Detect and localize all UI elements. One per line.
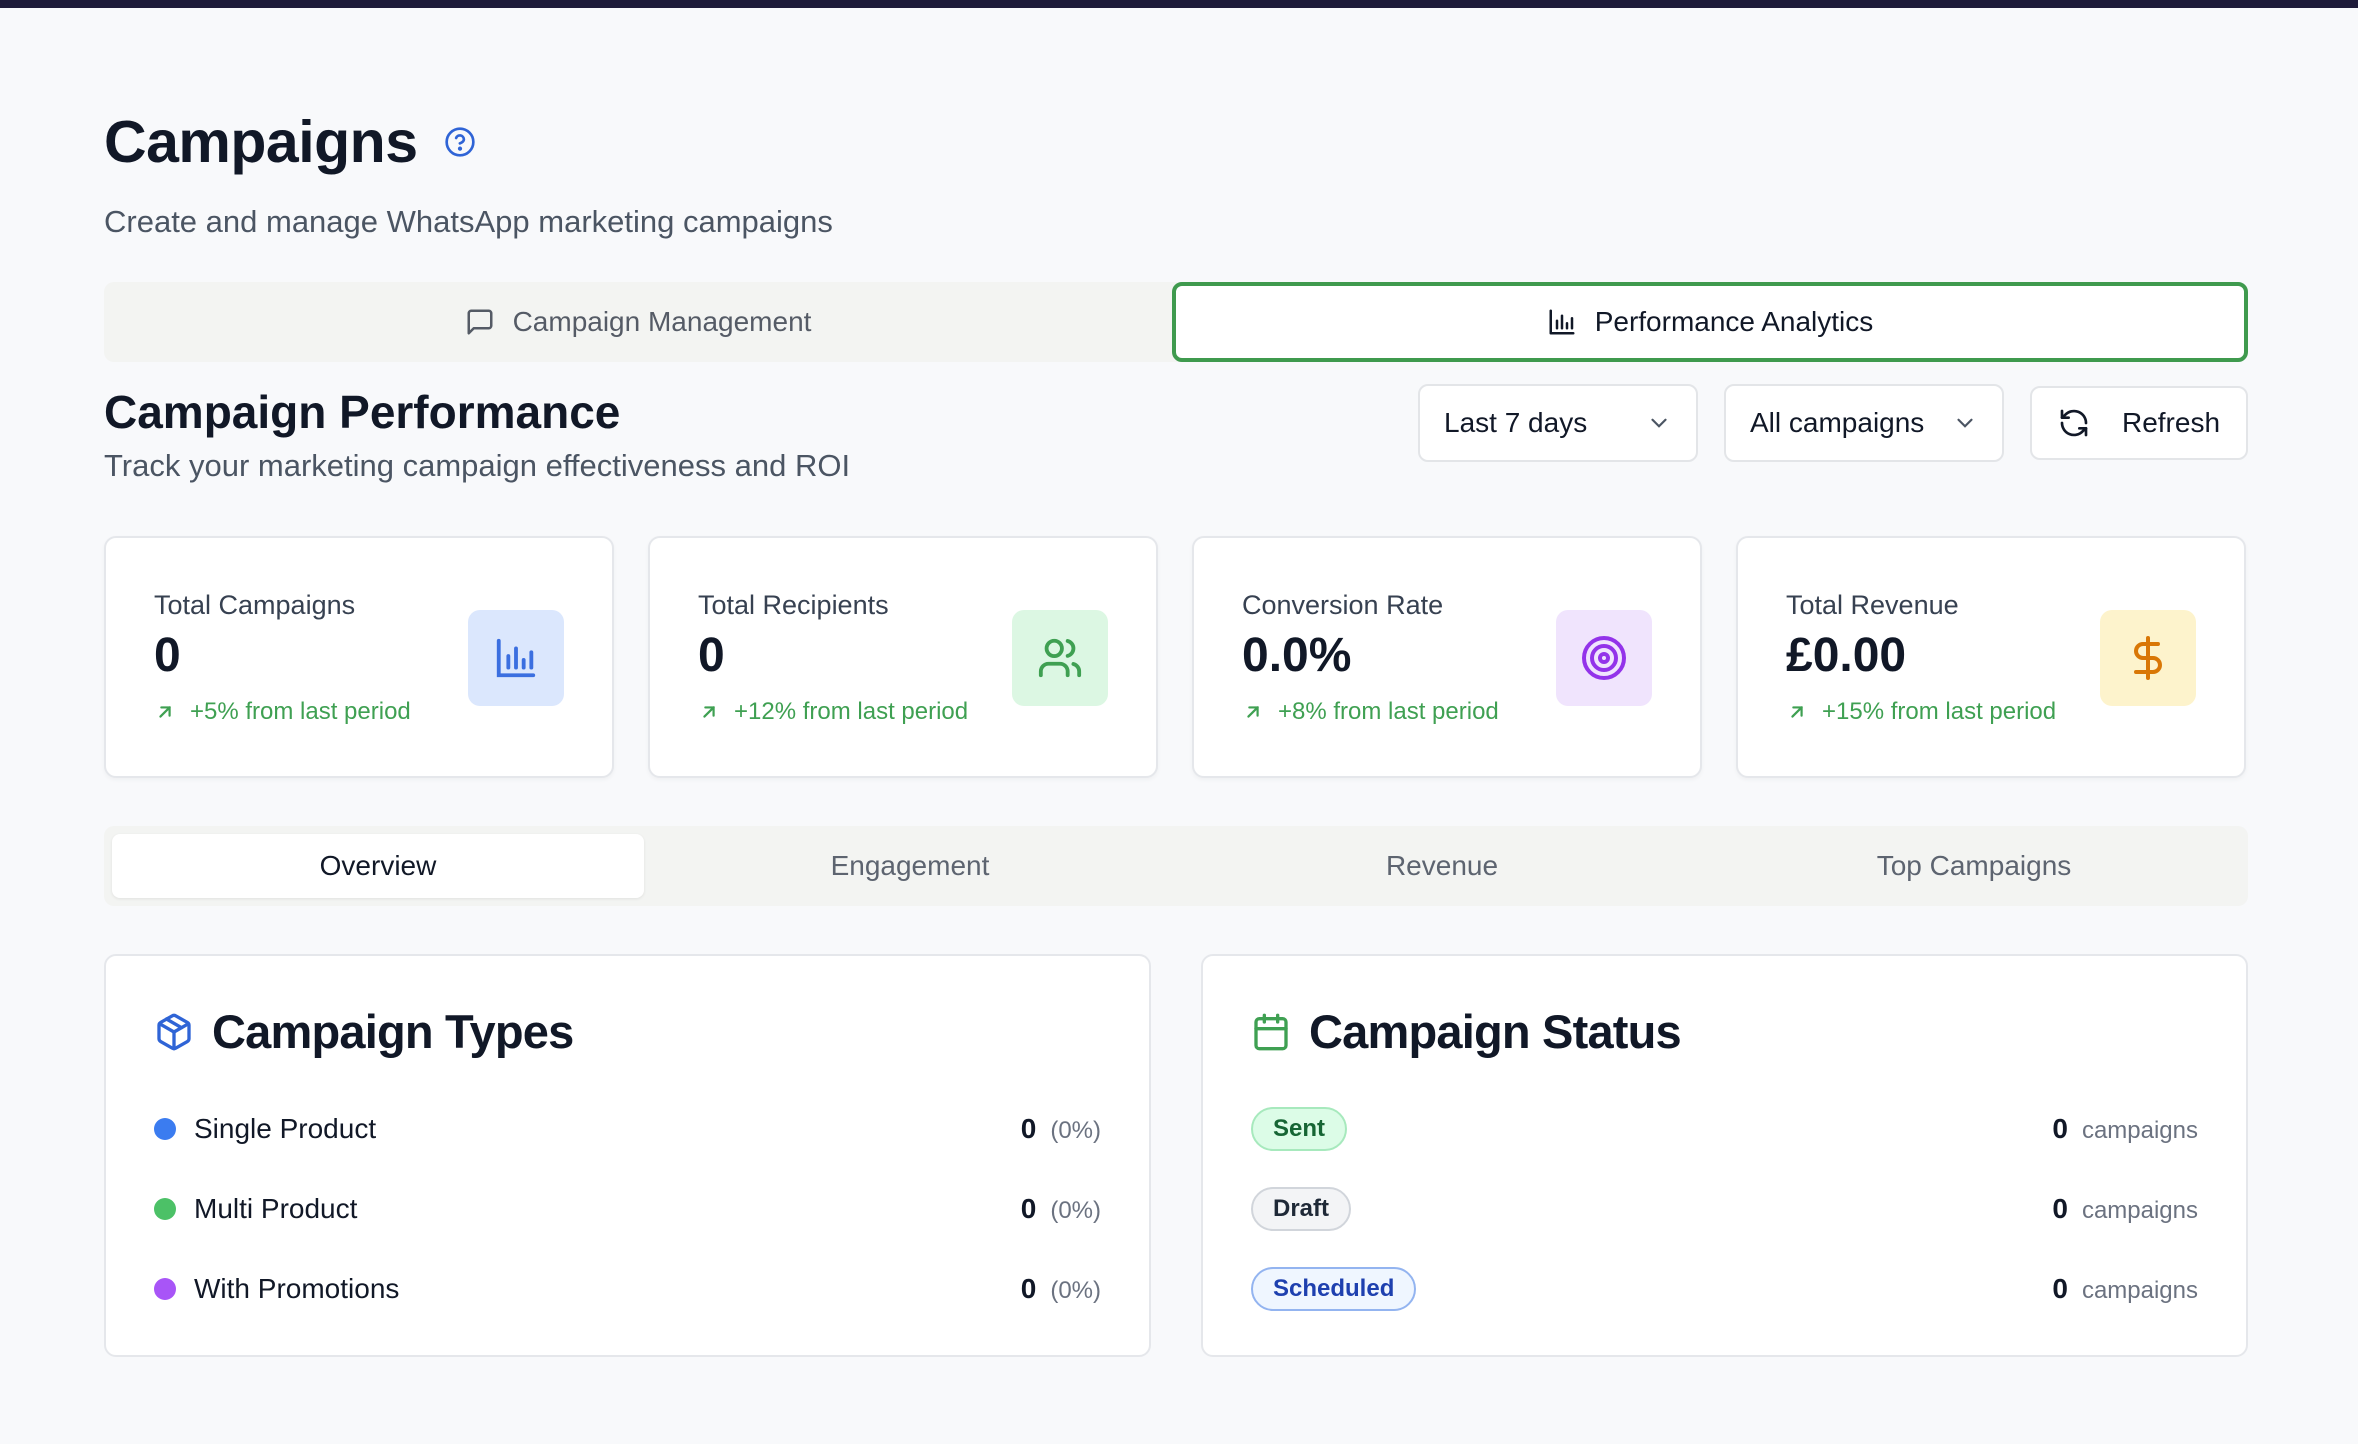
date-range-value: Last 7 days bbox=[1444, 407, 1588, 438]
type-percent: (0%) bbox=[1050, 1277, 1101, 1304]
stat-card-conversion-rate: Conversion Rate 0.0% +8% from last perio… bbox=[1192, 536, 1702, 778]
stat-value: £0.00 bbox=[1786, 629, 1907, 682]
list-item: With Promotions 0 (0%) bbox=[154, 1264, 1101, 1314]
panel-header: Campaign Types bbox=[154, 1004, 574, 1059]
page-subtitle: Create and manage WhatsApp marketing cam… bbox=[104, 204, 833, 239]
panel-header: Campaign Status bbox=[1251, 1004, 1682, 1059]
users-icon bbox=[1012, 610, 1108, 706]
status-count: 0 bbox=[2052, 1113, 2068, 1144]
chevron-down-icon bbox=[1957, 418, 1973, 428]
stat-label: Total Revenue bbox=[1786, 590, 1959, 620]
list-item: Scheduled 0 campaigns bbox=[1251, 1264, 2198, 1314]
dot-icon bbox=[154, 1118, 176, 1140]
type-count: 0 bbox=[1020, 1193, 1037, 1224]
panels: Campaign Types Single Product 0 (0%) Mul… bbox=[104, 954, 2248, 1357]
tab-engagement[interactable]: Engagement bbox=[644, 834, 1176, 898]
status-count: 0 bbox=[2052, 1273, 2068, 1304]
page: Campaigns Create and manage WhatsApp mar… bbox=[104, 100, 2248, 1357]
campaign-filter-value: All campaigns bbox=[1750, 407, 1925, 438]
package-icon bbox=[157, 1013, 191, 1050]
tab-top-campaigns[interactable]: Top Campaigns bbox=[1708, 834, 2240, 898]
type-percent: (0%) bbox=[1050, 1197, 1101, 1224]
refresh-label: Refresh bbox=[2121, 407, 2221, 438]
tab-performance-analytics[interactable]: Performance Analytics bbox=[1172, 282, 2248, 362]
tab-campaign-management[interactable]: Campaign Management bbox=[104, 282, 1172, 362]
arrow-up-right-icon bbox=[1791, 706, 1803, 718]
stat-change: +8% from last period bbox=[1242, 698, 1499, 726]
stat-card-total-revenue: Total Revenue £0.00 +15% from last perio… bbox=[1736, 536, 2246, 778]
tab-revenue[interactable]: Revenue bbox=[1176, 834, 1708, 898]
stat-card-total-campaigns: Total Campaigns 0 +5% from last period bbox=[104, 536, 614, 778]
type-label: Single Product bbox=[194, 1113, 377, 1144]
stat-label: Total Recipients bbox=[698, 590, 889, 620]
message-square-icon bbox=[467, 309, 493, 335]
list-item: Draft 0 campaigns bbox=[1251, 1184, 2198, 1234]
dot-icon bbox=[154, 1278, 176, 1300]
stats-row: Total Campaigns 0 +5% from last period T… bbox=[104, 536, 2248, 778]
section-header: Campaign Performance Track your marketin… bbox=[104, 384, 2248, 484]
panel-title: Campaign Status bbox=[1309, 1005, 1682, 1058]
list-item: Multi Product 0 (0%) bbox=[154, 1184, 1101, 1234]
tab-label: Campaign Management bbox=[512, 306, 812, 337]
date-range-select[interactable]: Last 7 days bbox=[1418, 384, 1698, 462]
stat-change-text: +5% from last period bbox=[190, 698, 411, 725]
top-bar bbox=[0, 0, 2358, 8]
arrow-up-right-icon bbox=[703, 706, 715, 718]
campaign-types-panel: Campaign Types Single Product 0 (0%) Mul… bbox=[104, 954, 1151, 1357]
dollar-icon bbox=[2100, 610, 2196, 706]
stat-change-text: +12% from last period bbox=[734, 698, 969, 725]
dot-icon bbox=[154, 1198, 176, 1220]
stat-label: Conversion Rate bbox=[1242, 590, 1444, 620]
type-label: With Promotions bbox=[194, 1273, 400, 1304]
status-count: 0 bbox=[2052, 1193, 2068, 1224]
bar-chart-icon bbox=[1549, 309, 1575, 335]
panel-title: Campaign Types bbox=[212, 1005, 574, 1058]
target-icon bbox=[1556, 610, 1652, 706]
status-unit: campaigns bbox=[2081, 1197, 2198, 1224]
calendar-icon bbox=[1254, 1013, 1288, 1050]
refresh-icon bbox=[2060, 409, 2088, 437]
type-count: 0 bbox=[1020, 1273, 1037, 1304]
stat-change: +15% from last period bbox=[1786, 698, 2056, 726]
arrow-up-right-icon bbox=[1247, 706, 1259, 718]
chevron-down-icon bbox=[1651, 418, 1667, 428]
refresh-button[interactable]: Refresh bbox=[2030, 386, 2248, 460]
stat-card-total-recipients: Total Recipients 0 +12% from last period bbox=[648, 536, 1158, 778]
arrow-up-right-icon bbox=[159, 706, 171, 718]
page-title: Campaigns bbox=[104, 109, 418, 175]
list-item: Single Product 0 (0%) bbox=[154, 1104, 1101, 1154]
sub-tabs: Overview Engagement Revenue Top Campaign… bbox=[104, 826, 2248, 906]
stat-value: 0.0% bbox=[1242, 629, 1352, 682]
tab-overview[interactable]: Overview bbox=[112, 834, 644, 898]
stat-label: Total Campaigns bbox=[154, 590, 356, 620]
status-unit: campaigns bbox=[2081, 1277, 2198, 1304]
status-badge: Draft bbox=[1251, 1187, 1352, 1231]
stat-value: 0 bbox=[154, 629, 181, 682]
stat-change: +5% from last period bbox=[154, 698, 411, 726]
status-unit: campaigns bbox=[2081, 1117, 2198, 1144]
stat-value: 0 bbox=[698, 629, 725, 682]
section-title: Campaign Performance bbox=[104, 386, 621, 438]
main-tabs: Campaign Management Performance Analytic… bbox=[104, 282, 2248, 362]
stat-change: +12% from last period bbox=[698, 698, 968, 726]
type-percent: (0%) bbox=[1050, 1117, 1101, 1144]
stat-change-text: +15% from last period bbox=[1822, 698, 2057, 725]
tab-label: Performance Analytics bbox=[1594, 306, 1874, 337]
controls: Last 7 days All campaigns Refresh bbox=[1418, 384, 2248, 462]
section-subtitle: Track your marketing campaign effectiven… bbox=[104, 448, 851, 483]
type-count: 0 bbox=[1020, 1113, 1037, 1144]
title-row: Campaigns bbox=[104, 100, 2248, 184]
bar-chart-icon bbox=[468, 610, 564, 706]
campaign-filter-select[interactable]: All campaigns bbox=[1724, 384, 2004, 462]
list-item: Sent 0 campaigns bbox=[1251, 1104, 2198, 1154]
type-label: Multi Product bbox=[194, 1193, 358, 1224]
campaign-status-panel: Campaign Status Sent 0 campaigns Draft 0… bbox=[1201, 954, 2248, 1357]
status-badge: Sent bbox=[1251, 1107, 1348, 1151]
help-circle-icon[interactable] bbox=[444, 126, 476, 158]
stat-change-text: +8% from last period bbox=[1278, 698, 1499, 725]
status-badge: Scheduled bbox=[1251, 1267, 1417, 1311]
